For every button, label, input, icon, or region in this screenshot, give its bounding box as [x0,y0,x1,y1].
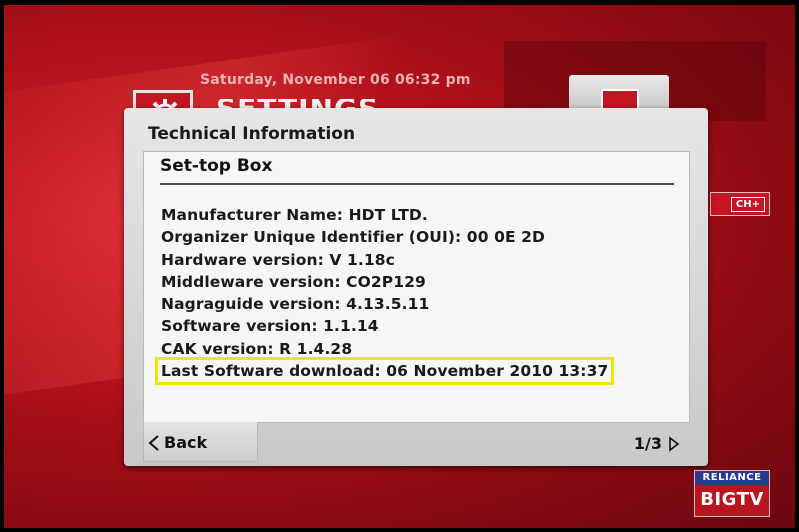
info-middleware-version: Middleware version: CO2P129 [161,272,426,291]
dialog-title: Technical Information [148,124,356,144]
section-divider [160,183,674,185]
back-arrow-icon [148,434,159,451]
info-hardware-version: Hardware version: V 1.18c [161,250,395,269]
logo-top-text: RELIANCE [695,471,769,485]
info-panel: Set-top Box Manufacturer Name: HDT LTD. … [143,151,690,423]
back-tab[interactable]: Back [143,422,258,462]
reliance-bigtv-logo: RELIANCE BIGTV [694,470,770,517]
info-cak-version: CAK version: R 1.4.28 [161,339,353,358]
info-oui: Organizer Unique Identifier (OUI): 00 0E… [161,228,545,247]
page-indicator[interactable]: 1/3 [634,434,680,453]
next-arrow-icon[interactable] [668,435,680,452]
page-number: 1/3 [633,434,662,453]
section-title: Set-top Box [160,156,273,176]
channel-buttons[interactable]: CH+ [710,192,770,216]
info-last-download-row: Last Software download: 06 November 2010… [154,357,615,386]
info-manufacturer: Manufacturer Name: HDT LTD. [161,206,428,224]
info-last-software-download: Last Software download: 06 November 2010… [154,357,615,386]
ch-plus-button[interactable]: CH+ [730,196,765,212]
technical-information-dialog: Technical Information Set-top Box Manufa… [124,108,708,466]
back-label: Back [164,433,208,452]
info-list: Manufacturer Name: HDT LTD. Organizer Un… [154,204,615,386]
info-software-version: Software version: 1.1.14 [161,317,379,336]
logo-bottom-text: BIGTV [700,489,764,510]
info-nagraguide-version: Nagraguide version: 4.13.5.11 [161,295,430,314]
date-time: Saturday, November 06 06:32 pm [200,72,471,88]
back-button[interactable]: Back [148,433,207,452]
